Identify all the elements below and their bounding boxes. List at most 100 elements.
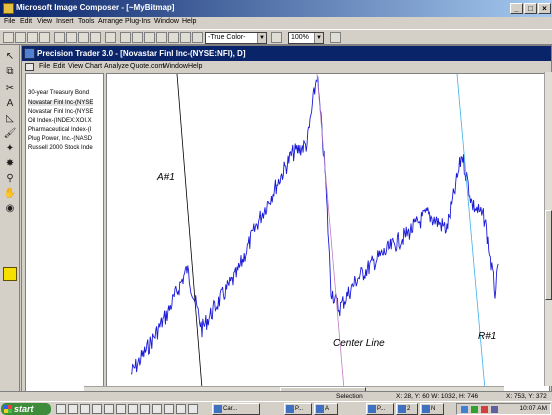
paint-tool-icon[interactable]: 🖌 [3, 127, 17, 140]
quicklaunch-app-icon[interactable] [164, 404, 174, 414]
inner-menu-view[interactable]: View [68, 63, 83, 70]
inner-menu-chart[interactable]: Chart [85, 63, 102, 70]
task-p2[interactable]: P... [366, 403, 394, 415]
save-icon[interactable] [27, 32, 38, 43]
menu-plug-ins[interactable]: Plug-Ins [125, 18, 151, 25]
cut-icon[interactable] [54, 32, 65, 43]
menu-file[interactable]: File [4, 18, 15, 25]
task-car[interactable]: Car... [212, 403, 260, 415]
start-button[interactable]: start [1, 403, 51, 415]
tray-app-icon[interactable] [471, 406, 478, 413]
quicklaunch-app-icon[interactable] [140, 404, 150, 414]
quicklaunch-word-icon[interactable] [104, 404, 114, 414]
zoom-tool-icon[interactable]: ⚲ [3, 172, 17, 185]
text-tool-icon[interactable]: A [3, 97, 17, 110]
outer-window-title: Microsoft Image Composer - [~MyBitmap] [16, 3, 175, 12]
bring-front-icon[interactable] [144, 32, 155, 43]
inner-menu-file[interactable]: File [39, 63, 50, 70]
zoom-select[interactable]: 100% ▼ [288, 32, 324, 44]
menu-help[interactable]: Help [182, 18, 196, 25]
task-n[interactable]: N [420, 403, 444, 415]
list-item[interactable]: Novastar Finl Inc-(NYSE [28, 109, 93, 115]
quicklaunch-media-icon[interactable] [92, 404, 102, 414]
copy-icon[interactable] [66, 32, 77, 43]
task-app-icon [422, 405, 430, 413]
list-item[interactable]: Pharmaceutical Index-(I [28, 127, 91, 133]
quicklaunch-app-icon[interactable] [128, 404, 138, 414]
andrews-line-a1[interactable] [176, 74, 204, 400]
help-pointer-icon[interactable] [330, 32, 341, 43]
list-item[interactable]: Russell 2000 Stock Inde [28, 145, 93, 151]
image-composer-app-icon[interactable] [3, 3, 14, 14]
shapes-tool-icon[interactable]: ◺ [3, 112, 17, 125]
system-tray: 10:07 AM [456, 403, 551, 415]
vertical-scrollbar[interactable] [544, 72, 552, 386]
select-all-icon[interactable] [132, 32, 143, 43]
inner-title-bar: Precision Trader 3.0 - [Novastar Finl In… [22, 46, 551, 61]
quicklaunch-outlook-icon[interactable] [68, 404, 78, 414]
list-item[interactable]: Novastar Finl Inc-(NYSE [28, 100, 94, 106]
minimize-button[interactable]: _ [510, 3, 523, 14]
pan-tool-icon[interactable]: ✋ [3, 187, 17, 200]
task-p1[interactable]: P... [284, 403, 312, 415]
scan-icon[interactable] [39, 32, 50, 43]
tray-app-icon[interactable] [481, 406, 488, 413]
quicklaunch-app-icon[interactable] [188, 404, 198, 414]
quicklaunch-app-icon[interactable] [176, 404, 186, 414]
inner-menu-analyze[interactable]: Analyze [104, 63, 129, 70]
task-app-icon [286, 405, 294, 413]
inner-menu-window[interactable]: Window [163, 63, 188, 70]
texture-tool-icon[interactable]: ✸ [3, 157, 17, 170]
quicklaunch-excel-icon[interactable] [116, 404, 126, 414]
quicklaunch-desktop-icon[interactable] [80, 404, 90, 414]
task-2[interactable]: 2 [396, 403, 418, 415]
menu-arrange[interactable]: Arrange [98, 18, 123, 25]
list-item[interactable]: Plug Power, Inc.-(NASD [28, 136, 92, 142]
web-icon[interactable] [271, 32, 282, 43]
list-item[interactable]: 30-year Treasury Bond [28, 90, 89, 96]
task-app-icon [398, 405, 406, 413]
duplicate-icon[interactable] [120, 32, 131, 43]
color-tuning-tool-icon[interactable]: ◉ [3, 202, 17, 215]
menu-edit[interactable]: Edit [20, 18, 32, 25]
inner-menu-help[interactable]: Help [188, 63, 202, 70]
current-color-swatch[interactable] [3, 267, 17, 281]
send-back-icon[interactable] [156, 32, 167, 43]
menu-window[interactable]: Window [154, 18, 179, 25]
paste-icon[interactable] [78, 32, 89, 43]
menu-view[interactable]: View [37, 18, 52, 25]
center-line[interactable] [316, 74, 346, 400]
task-a[interactable]: A [314, 403, 338, 415]
maximize-button[interactable]: □ [524, 3, 537, 14]
arrange-tool-icon[interactable]: ⧉ [3, 65, 17, 78]
inner-menu-quote[interactable]: Quote.com [130, 63, 164, 70]
arrow-tool-icon[interactable]: ↖ [3, 50, 17, 63]
inner-window-title: Precision Trader 3.0 - [Novastar Finl In… [37, 49, 246, 58]
undo-icon[interactable] [105, 32, 116, 43]
menu-tools[interactable]: Tools [78, 18, 94, 25]
tray-volume-icon[interactable] [491, 406, 498, 413]
ungroup-icon[interactable] [180, 32, 191, 43]
menu-insert[interactable]: Insert [56, 18, 74, 25]
chart-canvas[interactable] [107, 74, 550, 400]
quicklaunch-ie-icon[interactable] [56, 404, 66, 414]
open-icon[interactable] [15, 32, 26, 43]
effects-tool-icon[interactable]: ✦ [3, 142, 17, 155]
precision-trader-icon[interactable] [24, 48, 35, 59]
frame-icon[interactable] [192, 32, 203, 43]
document-icon[interactable] [25, 63, 34, 71]
delete-icon[interactable] [90, 32, 101, 43]
group-icon[interactable] [168, 32, 179, 43]
inner-menu-edit[interactable]: Edit [53, 63, 65, 70]
cutout-tool-icon[interactable]: ✂ [3, 82, 17, 95]
list-item[interactable]: Oil Index-(INDEX:XOI.X [28, 118, 92, 124]
andrews-line-r1[interactable] [456, 74, 487, 400]
price-chart[interactable]: A#1 Center Line R#1 [106, 73, 550, 400]
label-a1: A#1 [157, 172, 175, 183]
vscroll-thumb[interactable] [545, 210, 552, 300]
quicklaunch-app-icon[interactable] [152, 404, 162, 414]
new-icon[interactable] [3, 32, 14, 43]
close-button[interactable]: × [538, 3, 551, 14]
color-mode-select[interactable]: -True Color- ▼ [205, 32, 267, 44]
tray-network-icon[interactable] [461, 406, 468, 413]
